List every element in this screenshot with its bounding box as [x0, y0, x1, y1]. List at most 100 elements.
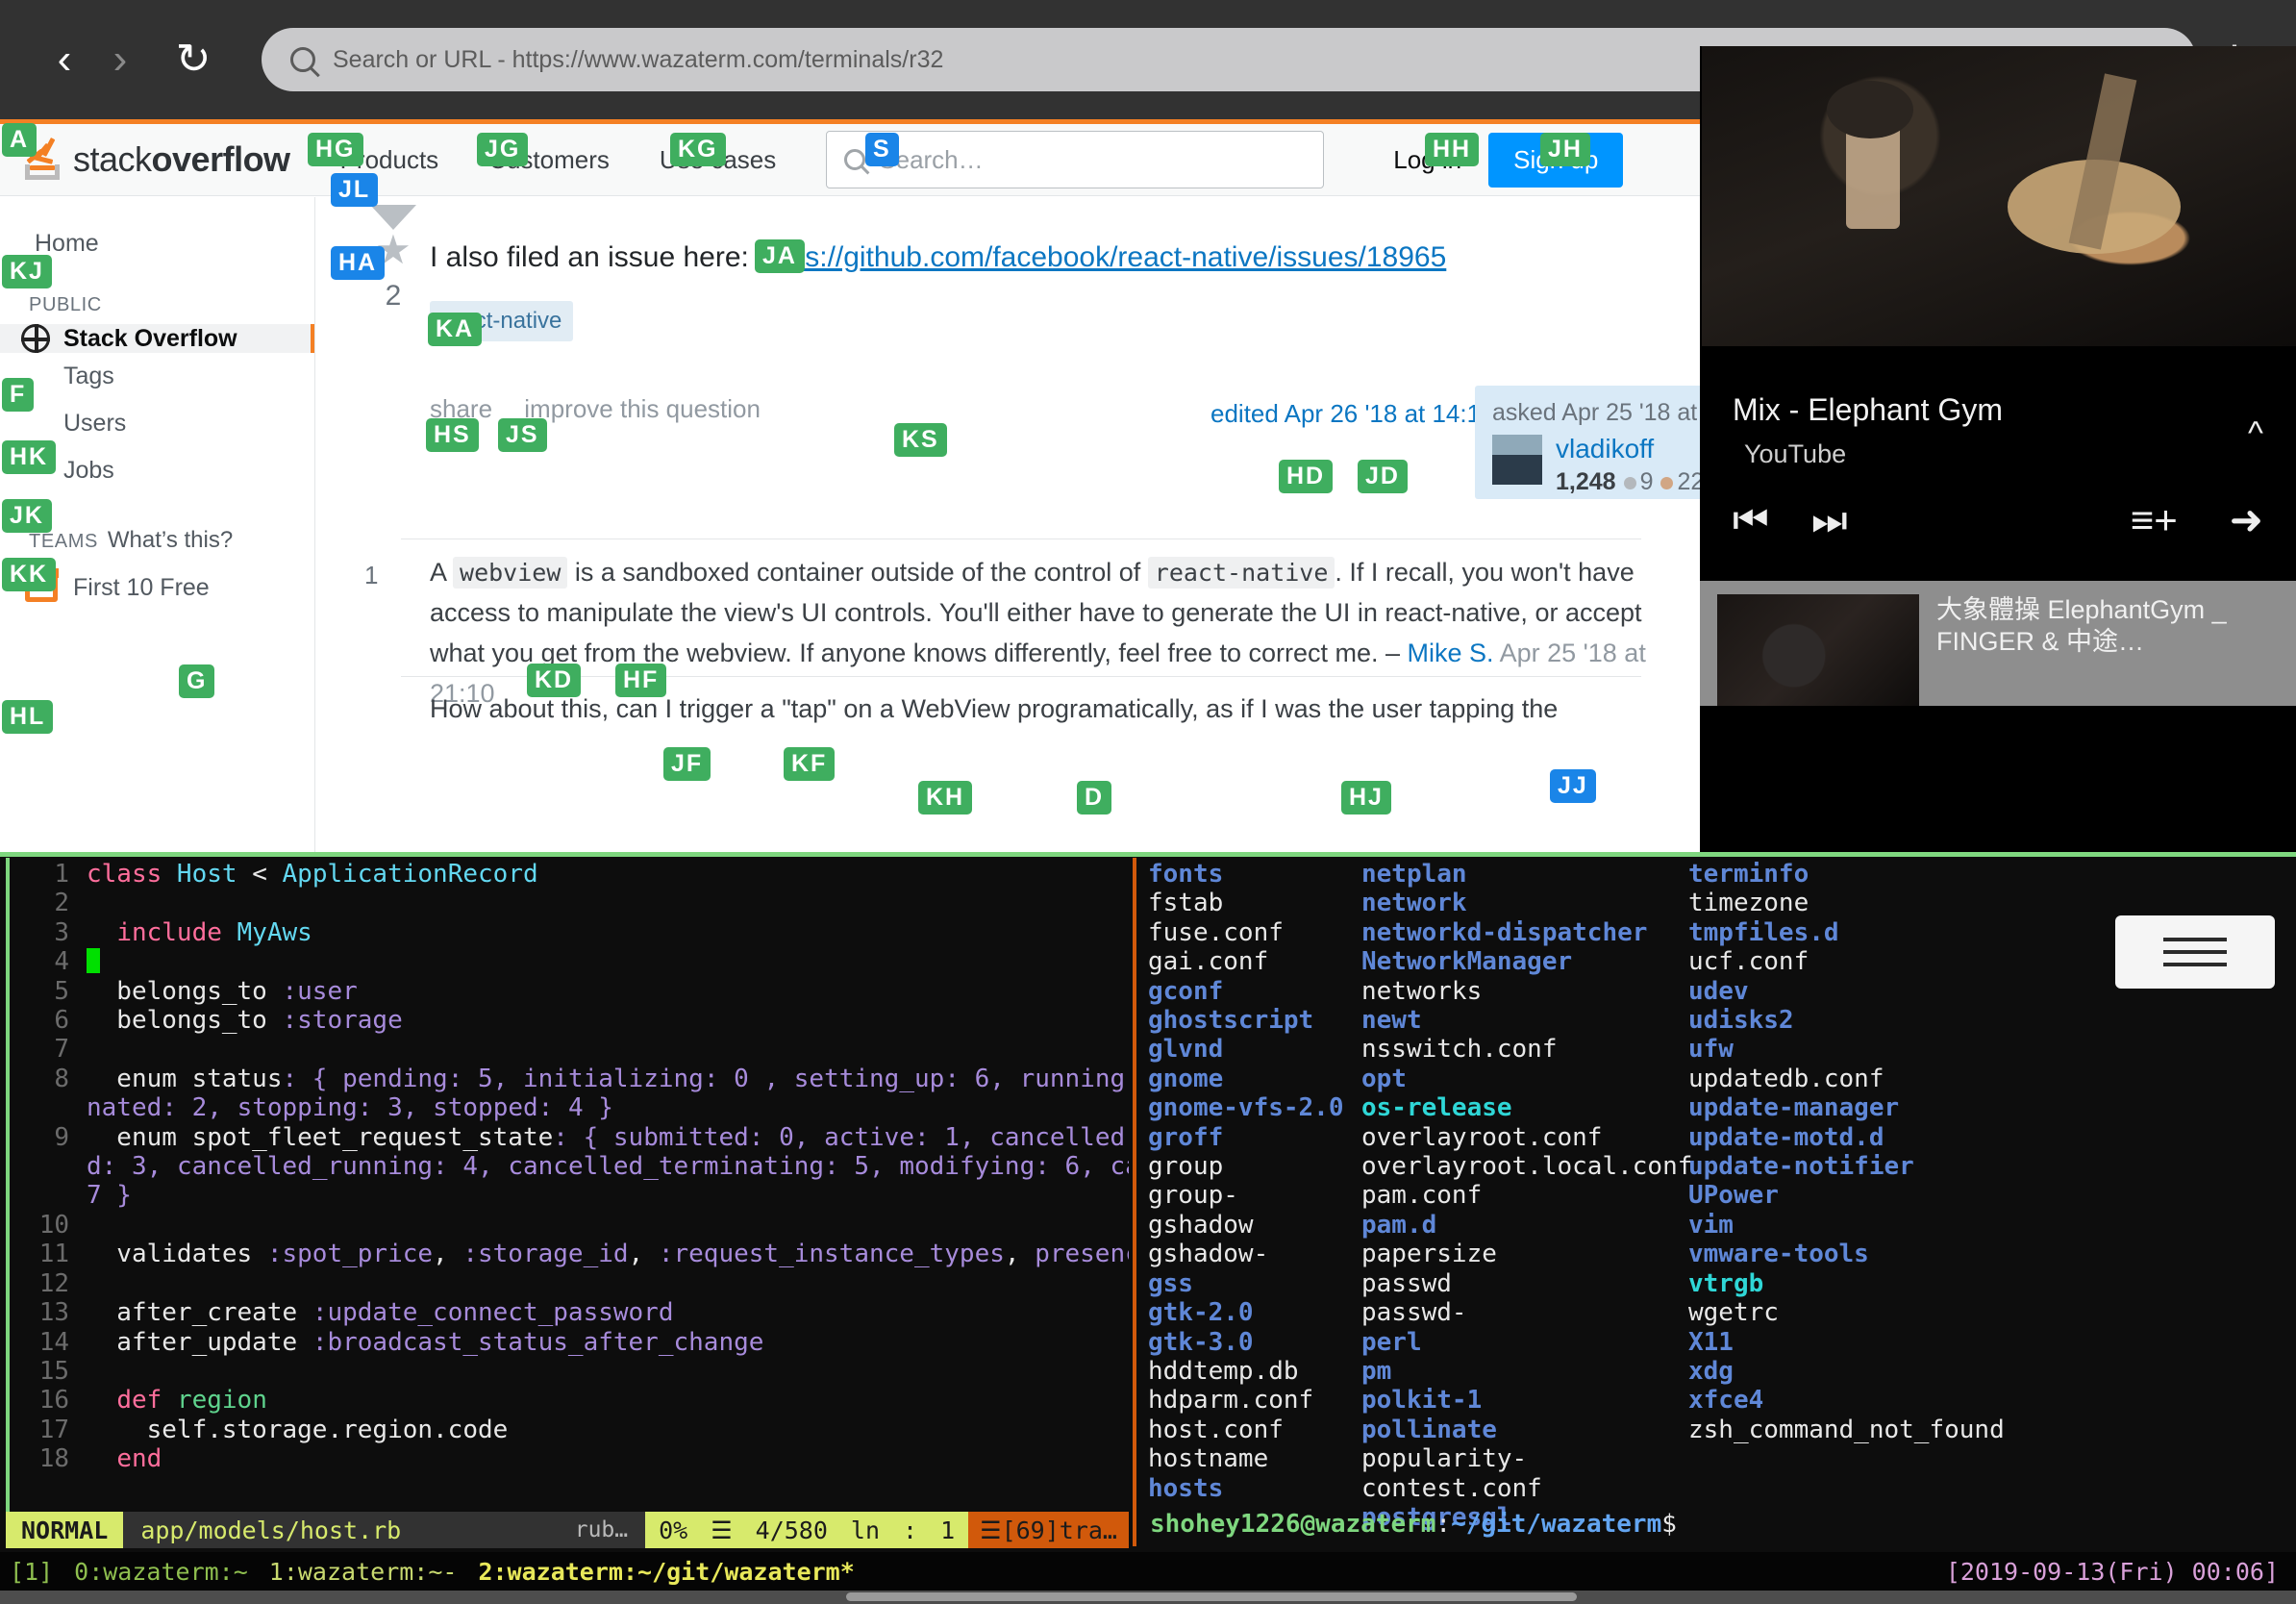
tmux-window-1[interactable]: 1:wazaterm:~- [269, 1558, 458, 1586]
tmux-session: [1] [10, 1557, 54, 1586]
link-hint-hd[interactable]: HD [1279, 460, 1334, 493]
line-number: 14 [38, 1327, 69, 1357]
link-hint-jf[interactable]: JF [663, 747, 711, 781]
improve-question-link[interactable]: improve this question [524, 394, 761, 423]
file-entry: updatedb.conf [1688, 1064, 1884, 1093]
add-to-playlist-icon[interactable]: ≡+ [2131, 500, 2178, 540]
code-token: < [237, 860, 283, 889]
chevron-up-icon[interactable]: ^ [2248, 415, 2263, 453]
code-line: 18 end [10, 1444, 1129, 1473]
video-frame[interactable] [1702, 46, 2296, 346]
directory-entry: pm [1361, 1356, 1392, 1386]
link-hint-kk[interactable]: KK [2, 558, 57, 591]
code-token: active [824, 1122, 914, 1152]
site-search-input[interactable]: Search… [826, 131, 1325, 188]
link-hint-hh[interactable]: HH [1425, 133, 1480, 166]
code-token: 5 [854, 1152, 870, 1182]
link-hint-ka[interactable]: KA [428, 313, 483, 346]
code-token: , [869, 1152, 900, 1182]
github-issue-link[interactable]: https://github.com/facebook/react-native… [757, 241, 1446, 273]
code-token: canceling [1110, 1152, 1129, 1182]
sidebar-item-tags[interactable]: Tags [0, 353, 314, 400]
link-hint-f[interactable]: F [2, 378, 35, 412]
link-hint-hj[interactable]: HJ [1341, 781, 1391, 815]
stackoverflow-wordmark: stackoverflow [73, 139, 290, 179]
code-token: MyAws [237, 917, 312, 947]
author-name[interactable]: vladikoff [1556, 434, 1654, 464]
file-entry: gai.conf [1148, 947, 1269, 977]
link-hint-jl[interactable]: JL [331, 173, 379, 207]
next-track-icon[interactable]: ⏭ [1811, 500, 1848, 540]
listing-column-2: terminfo timezone tmpfiles.d ucf.conf udev ud… [1688, 860, 2005, 1532]
link-hint-js[interactable]: JS [498, 418, 547, 452]
address-bar-text: Search or URL - https://www.wazaterm.com… [333, 45, 944, 73]
link-hint-d[interactable]: D [1077, 781, 1112, 815]
vim-filename-area: app/models/host.rb rub… [123, 1512, 646, 1548]
code-token: 7 } [87, 1181, 132, 1211]
vim-filename: app/models/host.rb [140, 1516, 402, 1544]
link-hint-hl[interactable]: HL [2, 700, 54, 734]
code-token: 3 [387, 1093, 403, 1123]
link-hint-jh[interactable]: JH [1540, 133, 1590, 166]
author-reputation: 1,248 9 22 [1556, 468, 1700, 496]
tmux-status-bar: [1] 0:wazaterm:~ 1:wazaterm:~- 2:wazater… [0, 1552, 2296, 1591]
vim-statusline: NORMAL app/models/host.rb rub… 0% ☰ 4/58… [6, 1512, 1129, 1548]
link-hint-kd[interactable]: KD [527, 664, 582, 697]
link-hint-hk[interactable]: HK [2, 440, 57, 474]
code-token: : { [282, 1064, 343, 1093]
code-token: : [447, 1064, 479, 1093]
stackoverflow-logo[interactable]: stackoverflow [21, 137, 290, 182]
code-token: setting_up [793, 1064, 945, 1093]
link-hint-jj[interactable]: JJ [1550, 769, 1596, 803]
line-number: 17 [38, 1415, 69, 1444]
code-token: nated [87, 1093, 162, 1123]
link-hint-kg[interactable]: KG [670, 133, 726, 166]
whats-this-link[interactable]: What’s this? [108, 527, 233, 554]
link-hint-jg[interactable]: JG [477, 133, 529, 166]
sidebar-item-stack-overflow[interactable]: Stack Overflow [0, 324, 314, 353]
tmux-window-0[interactable]: 0:wazaterm:~ [74, 1558, 248, 1586]
vim-column: 1 [940, 1516, 956, 1544]
previous-track-icon[interactable]: ⏮ [1733, 500, 1769, 540]
link-hint-a[interactable]: A [2, 123, 37, 157]
directory-entry: gconf [1148, 976, 1224, 1006]
link-hint-jk[interactable]: JK [2, 499, 52, 533]
link-hint-ja[interactable]: JA [755, 239, 805, 273]
terminal-scrollbar-thumb[interactable] [846, 1592, 1577, 1601]
hamburger-menu-icon[interactable] [2115, 915, 2275, 989]
link-hint-ks[interactable]: KS [894, 423, 947, 457]
code-token: self.storage.region.code [87, 1415, 509, 1444]
comment-author-link[interactable]: Mike S. [1408, 639, 1494, 667]
directory-entry: netplan [1361, 860, 1467, 889]
question-edited-timestamp[interactable]: edited Apr 26 '18 at 14:12 [1210, 399, 1495, 429]
avatar[interactable] [1492, 435, 1542, 485]
silver-badge-icon [1623, 476, 1636, 489]
link-hint-hf[interactable]: HF [615, 664, 667, 697]
code-token: :update_connect_password [312, 1298, 674, 1328]
tmux-window-2[interactable]: 2:wazaterm:~/git/wazaterm* [478, 1558, 854, 1586]
link-hint-kf[interactable]: KF [784, 747, 836, 781]
forward-icon[interactable]: › [92, 32, 148, 88]
link-hint-g[interactable]: G [179, 664, 215, 698]
code-token: : [944, 1064, 975, 1093]
teams-label: TEAMS [29, 531, 98, 552]
prompt-symbol: $ [1661, 1510, 1677, 1539]
question-panel: ★ 2 I also filed an issue here: https://… [316, 197, 1700, 852]
link-hint-hg[interactable]: HG [308, 133, 363, 166]
up-next-item[interactable]: 大象體操 ElephantGym _ FINGER & 中途… [1700, 581, 2296, 706]
link-hint-kj[interactable]: KJ [2, 255, 52, 288]
reload-icon[interactable]: ↻ [165, 32, 221, 88]
link-hint-s[interactable]: S [865, 133, 899, 166]
code-token: running [1019, 1064, 1126, 1093]
secondary-controls: ≡+ ➜ [2131, 500, 2263, 540]
directory-entry: update-manager [1688, 1093, 1900, 1123]
bronze-badge-count: 22 [1677, 467, 1700, 495]
link-hint-jd[interactable]: JD [1358, 460, 1408, 493]
link-hint-ha[interactable]: HA [331, 246, 386, 280]
share-icon[interactable]: ➜ [2230, 500, 2263, 540]
back-icon[interactable]: ‹ [37, 32, 92, 88]
link-hint-hs[interactable]: HS [426, 418, 479, 452]
file-entry: zsh_command_not_found [1688, 1415, 2005, 1444]
link-hint-kh[interactable]: KH [918, 781, 973, 815]
vim-pane[interactable]: 1 class Host < ApplicationRecord 2 3 includ… [6, 858, 1129, 1512]
